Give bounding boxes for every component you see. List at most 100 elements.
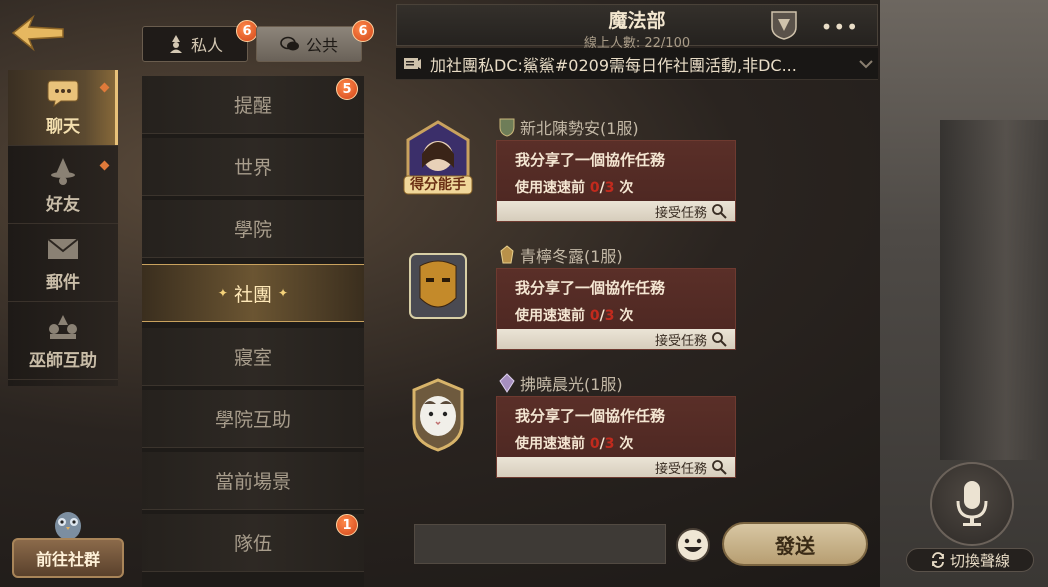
person-hat-icon <box>169 35 182 53</box>
back-button[interactable] <box>8 8 68 58</box>
task-share-bubble: 我分享了一個協作任務 使用速速前 0/3 次 接受任務 <box>496 268 736 350</box>
nav-item-mutual-aid[interactable]: 巫師互助 <box>8 304 118 380</box>
nav-label: 聊天 <box>46 117 80 137</box>
background-pillar <box>940 120 1048 460</box>
back-arrow-icon <box>11 14 64 52</box>
sender-row: 青檸冬露(1服) <box>498 244 623 266</box>
nav-label: 好友 <box>46 195 80 215</box>
emoji-button[interactable] <box>672 524 714 566</box>
progress-done: 0 <box>589 436 600 452</box>
club-emblem-icon[interactable] <box>769 9 799 41</box>
task-progress: 使用速速前 0/3 次 <box>515 308 634 324</box>
channel-label: 世界 <box>233 157 272 179</box>
avatar-caption: 得分能手 <box>410 177 466 193</box>
go-to-community-label: 前往社群 <box>12 538 124 578</box>
accept-task-button[interactable]: 接受任務 <box>497 329 735 349</box>
nav-item-friends[interactable]: 好友 <box>8 148 118 224</box>
notification-dot <box>99 160 110 171</box>
channel-team[interactable]: 隊伍 <box>142 514 364 572</box>
accept-task-label: 接受任務 <box>654 205 707 221</box>
avatar-frame-cat[interactable] <box>400 376 476 460</box>
public-unread-badge: 6 <box>352 20 374 42</box>
chat-bubble-icon <box>46 78 80 108</box>
envelope-icon <box>46 234 80 264</box>
task-title: 我分享了一個協作任務 <box>515 407 666 425</box>
smiley-icon <box>676 528 710 562</box>
channel-label: 社團 <box>233 283 272 306</box>
sparkle-icon: ✦ <box>278 286 289 300</box>
channel-world[interactable]: 世界 <box>142 138 364 196</box>
sender-name[interactable]: 拂曉晨光(1服) <box>520 371 623 395</box>
sender-name[interactable]: 青檸冬露(1服) <box>520 243 623 267</box>
announcement-bar[interactable]: 加社團私DC:鯊鯊#0209需每日作社團活動,非DC... <box>396 48 878 80</box>
magnifier-icon <box>712 460 727 475</box>
magnifier-icon <box>712 332 727 347</box>
channel-label: 寢室 <box>233 347 272 369</box>
progress-total: 3 <box>604 308 615 324</box>
accept-task-button[interactable]: 接受任務 <box>497 457 735 477</box>
task-share-bubble: 我分享了一個協作任務 使用速速前 0/3 次 接受任務 <box>496 396 736 478</box>
send-button[interactable]: 發送 <box>722 522 868 566</box>
left-nav: 聊天 好友 郵件 巫師互助 <box>8 70 118 386</box>
task-progress: 使用速速前 0/3 次 <box>515 436 634 452</box>
channel-club[interactable]: ✦ 社團 ✦ <box>142 264 364 322</box>
more-options-button[interactable]: ••• <box>821 15 859 39</box>
nav-item-mail[interactable]: 郵件 <box>8 226 118 302</box>
progress-total: 3 <box>604 180 615 196</box>
chat-message: 青檸冬露(1服) 我分享了一個協作任務 使用速速前 0/3 次 接受任務 <box>400 244 740 364</box>
task-progress: 使用速速前 0/3 次 <box>515 180 634 196</box>
message-input[interactable] <box>414 524 666 564</box>
channel-dorm[interactable]: 寢室 <box>142 328 364 386</box>
channel-reminder[interactable]: 提醒 <box>142 76 364 134</box>
sparkle-icon: ✦ <box>217 286 228 300</box>
tab-private-label: 私人 <box>190 36 223 55</box>
nav-label: 郵件 <box>46 273 80 293</box>
accept-task-label: 接受任務 <box>654 333 707 349</box>
announcement-icon <box>404 57 421 69</box>
notification-dot <box>99 82 110 93</box>
tab-private[interactable]: 私人 <box>142 26 248 62</box>
switch-voice-label: 切換聲線 <box>949 551 1010 570</box>
chat-message: 得分能手 新北陳勢安(1服) 我分享了一個協作任務 使用速速前 0/3 次 接受… <box>400 116 740 236</box>
channel-current-scene[interactable]: 當前場景 <box>142 452 364 510</box>
owl-icon <box>55 512 81 540</box>
tab-public[interactable]: 公共 <box>256 26 362 62</box>
task-share-bubble: 我分享了一個協作任務 使用速速前 0/3 次 接受任務 <box>496 140 736 222</box>
channel-house-aid[interactable]: 學院互助 <box>142 390 364 448</box>
channel-label: 當前場景 <box>214 471 291 493</box>
accept-task-button[interactable]: 接受任務 <box>497 201 735 221</box>
nav-item-chat[interactable]: 聊天 <box>8 70 118 146</box>
private-unread-badge: 6 <box>236 20 258 42</box>
channel-label: 學院互助 <box>214 409 291 431</box>
progress-total: 3 <box>604 436 615 452</box>
rank-crest-icon <box>500 245 514 264</box>
magnifier-icon <box>712 204 727 219</box>
avatar-frame-mask[interactable] <box>400 248 476 332</box>
go-to-community-button[interactable]: 前往社群 <box>10 488 126 578</box>
rank-shield-icon <box>499 118 515 137</box>
announcement-text: 加社團私DC:鯊鯊#0209需每日作社團活動,非DC... <box>430 55 797 75</box>
sender-row: 拂曉晨光(1服) <box>498 372 623 394</box>
nav-label: 巫師互助 <box>29 351 97 371</box>
channel-label: 隊伍 <box>233 533 272 555</box>
task-title: 我分享了一個協作任務 <box>515 279 666 297</box>
microphone-icon <box>956 481 988 526</box>
channel-label: 學院 <box>233 219 272 241</box>
voice-input-button[interactable] <box>930 462 1014 546</box>
chat-title: 魔法部 <box>608 10 666 32</box>
chat-message: 拂曉晨光(1服) 我分享了一個協作任務 使用速速前 0/3 次 接受任務 <box>400 372 740 492</box>
channel-house[interactable]: 學院 <box>142 200 364 258</box>
wizard-hat-icon <box>46 156 80 186</box>
speech-bubbles-icon <box>280 36 299 51</box>
channel-list: 提醒 5 世界 學院 ✦ 社團 ✦ 寢室 學院互助 當前場景 隊伍 1 <box>142 76 364 587</box>
chevron-down-icon[interactable] <box>858 58 874 70</box>
chat-header: 魔法部 線上人數: 22/100 ••• <box>396 4 878 51</box>
task-title: 我分享了一個協作任務 <box>515 151 666 169</box>
switch-voice-button[interactable]: 切換聲線 <box>906 548 1034 572</box>
progress-done: 0 <box>589 180 600 196</box>
tab-public-label: 公共 <box>305 36 338 55</box>
rank-crystal-icon <box>499 373 515 393</box>
sender-name[interactable]: 新北陳勢安(1服) <box>520 115 639 139</box>
reminder-badge: 5 <box>336 78 358 100</box>
progress-done: 0 <box>589 308 600 324</box>
